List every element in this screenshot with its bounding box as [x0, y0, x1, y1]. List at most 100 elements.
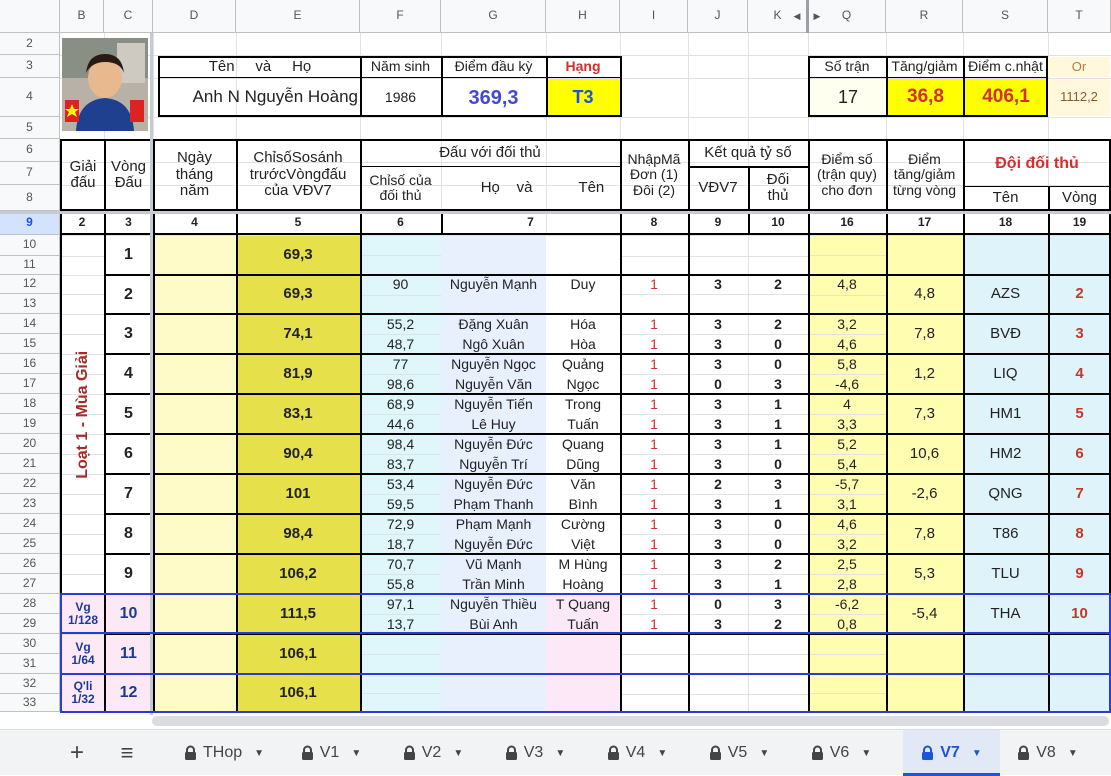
sheet-tab-v6[interactable]: V6 ▼ — [800, 730, 882, 776]
match-points: -6,2 — [834, 595, 860, 612]
sheet-tab-v7[interactable]: V7 ▼ — [903, 730, 1000, 776]
round-date[interactable] — [153, 315, 236, 353]
lock-icon — [184, 745, 196, 760]
caret-down-icon[interactable]: ▼ — [861, 748, 871, 759]
caret-down-icon[interactable]: ▼ — [351, 748, 361, 759]
round-date[interactable] — [153, 236, 236, 274]
expand-right-icon[interactable]: ▶ — [810, 8, 824, 26]
row-header-17[interactable]: 17 — [0, 374, 60, 394]
row-header-4[interactable]: 4 — [0, 78, 60, 117]
sheet-tab-v3[interactable]: V3 ▼ — [494, 730, 576, 776]
round-date[interactable] — [153, 435, 236, 473]
row-header-23[interactable]: 23 — [0, 494, 60, 514]
round-stage: Vg 1/128 — [62, 595, 104, 633]
collapse-left-icon[interactable]: ◀ — [790, 8, 804, 26]
sheet-tab-thop[interactable]: THop ▼ — [178, 730, 270, 776]
row-header-31[interactable]: 31 — [0, 654, 60, 674]
border-line — [808, 414, 886, 415]
round-index: 106,1 — [236, 635, 360, 673]
column-header-G[interactable]: G — [441, 0, 546, 33]
caret-down-icon[interactable]: ▼ — [1068, 748, 1078, 759]
horizontal-scrollbar[interactable] — [152, 716, 1109, 726]
border-line — [104, 353, 1111, 355]
round-date[interactable] — [153, 555, 236, 593]
row-header-22[interactable]: 22 — [0, 474, 60, 494]
caret-down-icon[interactable]: ▼ — [657, 748, 667, 759]
column-header-S[interactable]: S — [963, 0, 1048, 33]
column-header-C[interactable]: C — [104, 0, 153, 33]
round-date[interactable] — [153, 475, 236, 513]
select-all-corner[interactable] — [0, 0, 60, 33]
round-date[interactable] — [153, 635, 236, 673]
row-header-3[interactable]: 3 — [0, 55, 60, 78]
spreadsheet-grid[interactable]: B C D E F G H I J K Q R S T ◀ ▶ 2 3 4 5 6 7 8 9 10 11 12 13 14 15 16 17… — [0, 0, 1111, 715]
border-line — [963, 139, 965, 211]
row-header-9[interactable]: 9 — [0, 211, 60, 235]
round-date[interactable] — [153, 276, 236, 313]
opp-firstname: Quảng — [561, 355, 605, 372]
column-header-J[interactable]: J — [688, 0, 748, 33]
row-header-16[interactable]: 16 — [0, 354, 60, 374]
column-header-I[interactable]: I — [620, 0, 688, 33]
row-header-29[interactable]: 29 — [0, 614, 60, 634]
row-header-25[interactable]: 25 — [0, 534, 60, 554]
row-header-33[interactable]: 33 — [0, 694, 60, 712]
caret-down-icon[interactable]: ▼ — [972, 748, 982, 759]
row-header-6[interactable]: 6 — [0, 139, 60, 162]
row-header-26[interactable]: 26 — [0, 554, 60, 574]
add-sheet-button[interactable]: + — [62, 730, 92, 776]
row-header-11[interactable]: 11 — [0, 256, 60, 275]
col-index-19: 19 — [1072, 215, 1087, 230]
round-date[interactable] — [153, 595, 236, 633]
sheet-tab-v4[interactable]: V4 ▼ — [596, 730, 678, 776]
caret-down-icon[interactable]: ▼ — [555, 748, 565, 759]
border-line — [153, 235, 155, 713]
column-header-D[interactable]: D — [153, 0, 236, 33]
row-header-8[interactable]: 8 — [0, 185, 60, 211]
sheet-tab-v5[interactable]: V5 ▼ — [698, 730, 780, 776]
row-header-5[interactable]: 5 — [0, 117, 60, 139]
round-date[interactable] — [153, 355, 236, 393]
row-header-15[interactable]: 15 — [0, 334, 60, 354]
row-header-18[interactable]: 18 — [0, 394, 60, 414]
round-date[interactable] — [153, 515, 236, 553]
column-header-R[interactable]: R — [886, 0, 963, 33]
row-header-30[interactable]: 30 — [0, 634, 60, 654]
row-header-7[interactable]: 7 — [0, 162, 60, 185]
row-header-27[interactable]: 27 — [0, 574, 60, 594]
sheet-tab-v8[interactable]: V8 ▼ — [1005, 730, 1090, 776]
round-date[interactable] — [153, 675, 236, 711]
row-header-19[interactable]: 19 — [0, 414, 60, 434]
column-header-H[interactable]: H — [546, 0, 620, 33]
score-vdv7: 3 — [714, 355, 722, 372]
row-header-12[interactable]: 12 — [0, 275, 60, 294]
row-header-20[interactable]: 20 — [0, 434, 60, 454]
all-sheets-button[interactable]: ≡ — [112, 730, 142, 776]
border-line — [360, 693, 441, 694]
column-header-T[interactable]: T — [1048, 0, 1111, 33]
row-header-14[interactable]: 14 — [0, 314, 60, 334]
column-header-B[interactable]: B — [60, 0, 104, 33]
col-ngay: Ngày tháng năm — [175, 149, 214, 200]
row-header-32[interactable]: 32 — [0, 674, 60, 694]
col-nhapma: NhậpMã Đơn (1) Đôi (2) — [627, 150, 681, 198]
column-header-E[interactable]: E — [236, 0, 360, 33]
caret-down-icon[interactable]: ▼ — [453, 748, 463, 759]
column-header-F[interactable]: F — [360, 0, 441, 33]
caret-down-icon[interactable]: ▼ — [759, 748, 769, 759]
row-header-2[interactable]: 2 — [0, 33, 60, 55]
round-date[interactable] — [153, 395, 236, 433]
opp-team — [963, 675, 1048, 711]
match-type: 1 — [650, 415, 658, 432]
opp-team-round: 6 — [1048, 435, 1111, 473]
caret-down-icon[interactable]: ▼ — [254, 748, 264, 759]
row-header-13[interactable]: 13 — [0, 294, 60, 314]
opp-firstname: Quang — [561, 435, 605, 452]
row-header-10[interactable]: 10 — [0, 235, 60, 256]
row-header-21[interactable]: 21 — [0, 454, 60, 474]
sheet-tab-v1[interactable]: V1 ▼ — [290, 730, 372, 776]
row-header-28[interactable]: 28 — [0, 594, 60, 614]
sheet-tab-v2[interactable]: V2 ▼ — [392, 730, 474, 776]
row-header-24[interactable]: 24 — [0, 514, 60, 534]
opp-firstname: Hóa — [570, 315, 596, 332]
